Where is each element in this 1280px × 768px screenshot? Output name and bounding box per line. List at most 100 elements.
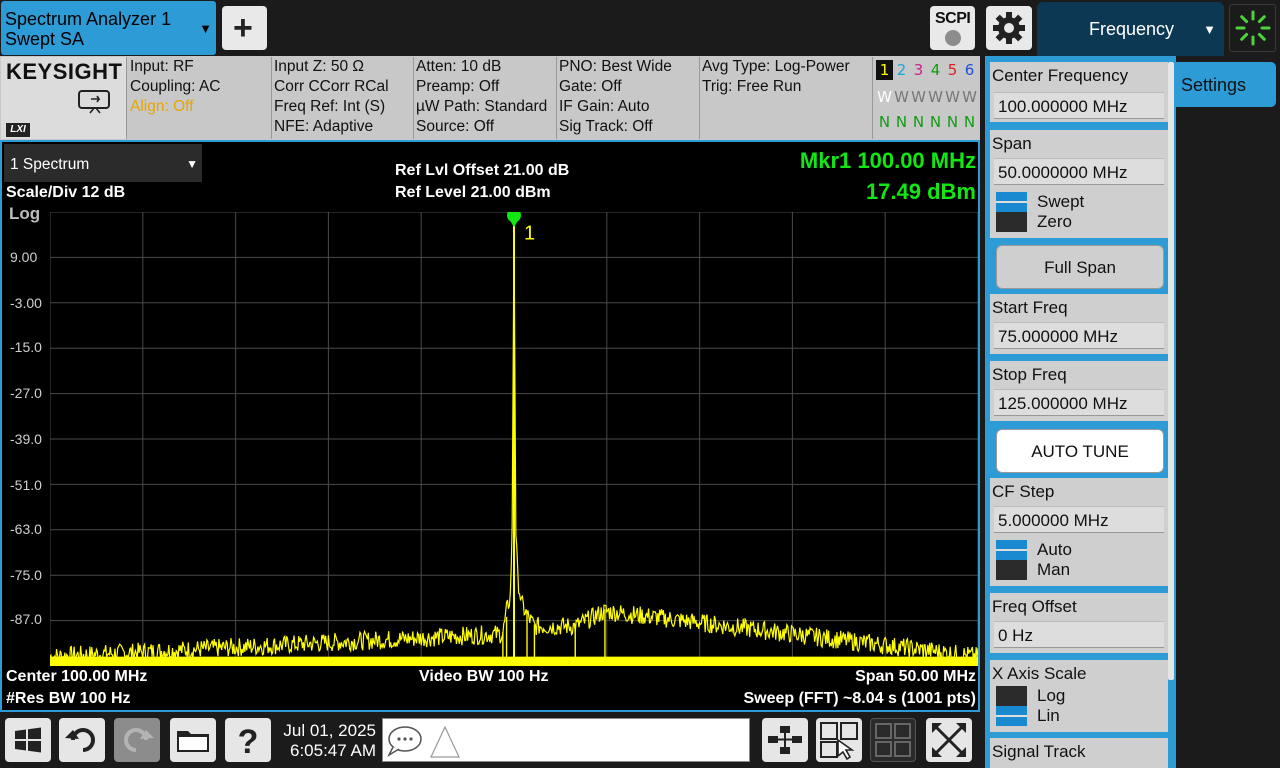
info-coupling: Coupling: AC: [130, 78, 221, 95]
trace-indicator[interactable]: 123456 WWWWWW NNNNNN: [873, 57, 980, 139]
undo-button[interactable]: [59, 718, 105, 762]
time: 6:05:47 AM: [289, 741, 376, 760]
scale-per-div[interactable]: Scale/Div 12 dB: [6, 184, 125, 202]
auto-tune-button[interactable]: AUTO TUNE: [996, 429, 1164, 473]
trace-type: W: [877, 88, 892, 106]
x-axis-scale-softkey[interactable]: X Axis Scale Log Lin: [990, 660, 1168, 732]
lxi-logo: LXI: [6, 123, 30, 137]
settings-button[interactable]: [986, 6, 1032, 50]
info-align: Align: Off: [130, 98, 194, 115]
auto-toggle-icon[interactable]: [996, 540, 1027, 560]
touch-zoom-button[interactable]: [816, 718, 862, 762]
lin-option[interactable]: Lin: [1037, 706, 1060, 726]
windows-button[interactable]: [5, 718, 51, 762]
help-button[interactable]: ?: [225, 718, 271, 762]
man-toggle-icon[interactable]: [996, 560, 1027, 580]
stop-freq-field[interactable]: 125.000000 MHz: [994, 389, 1164, 416]
settings-info-bar[interactable]: KEYSIGHT LXI Input: RF Coupling: AC Alig…: [0, 56, 980, 140]
marker-label: 1: [524, 222, 535, 244]
video-bw-readout[interactable]: Video BW 100 Hz: [419, 668, 549, 686]
center-frequency-field[interactable]: 100.000000 MHz: [994, 92, 1164, 119]
ref-level[interactable]: Ref Level 21.00 dBm: [395, 184, 551, 202]
window-layout-button[interactable]: [762, 718, 808, 762]
freq-offset-field[interactable]: 0 Hz: [994, 621, 1164, 648]
y-tick-label: -39.0: [10, 431, 42, 447]
span-field[interactable]: 50.0000000 MHz: [994, 158, 1164, 185]
window-selector[interactable]: 1 Spectrum ▼: [4, 144, 202, 182]
y-tick-label: -3.00: [10, 295, 42, 311]
maximize-button[interactable]: [926, 718, 972, 762]
info-column-impedance: Input Z: 50 Ω Corr CCorr RCal Freq Ref: …: [272, 57, 414, 139]
auto-option[interactable]: Auto: [1037, 540, 1072, 560]
softkey-scrollbar[interactable]: [1168, 62, 1174, 680]
cf-step-softkey[interactable]: CF Step 5.000000 MHz Auto Man: [990, 478, 1168, 586]
info-sig-track: Sig Track: Off: [559, 118, 653, 135]
freq-offset-softkey[interactable]: Freq Offset 0 Hz: [990, 593, 1168, 653]
info-column-avg: Avg Type: Log-Power Trig: Free Run: [700, 57, 873, 139]
scale-type: Log: [9, 204, 41, 223]
scpi-button[interactable]: SCPI: [930, 6, 975, 50]
softkey-value: 125.000000 MHz: [998, 394, 1128, 413]
cf-step-field[interactable]: 5.000000 MHz: [994, 506, 1164, 533]
info-pno: PNO: Best Wide: [559, 58, 672, 75]
sweep-readout[interactable]: Sweep (FFT) ~8.04 s (1001 pts): [743, 690, 976, 708]
stop-freq-softkey[interactable]: Stop Freq 125.000000 MHz: [990, 361, 1168, 421]
date: Jul 01, 2025: [283, 721, 376, 740]
chevron-down-icon: ▼: [186, 157, 198, 171]
trace-number: 5: [947, 61, 958, 79]
start-freq-softkey[interactable]: Start Freq 75.000000 MHz: [990, 294, 1168, 354]
softkey-panel: Settings Center Frequency 100.000000 MHz…: [982, 56, 1280, 768]
maximize-icon: [932, 723, 966, 757]
multi-window-button[interactable]: [870, 718, 916, 762]
trace-number: 4: [930, 61, 941, 79]
center-frequency-softkey[interactable]: Center Frequency 100.000000 MHz: [990, 62, 1168, 122]
span-softkey[interactable]: Span 50.0000000 MHz Swept Zero: [990, 130, 1168, 238]
softkey-value: 100.000000 MHz: [998, 97, 1128, 116]
y-tick-label: -63.0: [10, 521, 42, 537]
ref-level-offset[interactable]: Ref Lvl Offset 21.00 dB: [395, 162, 569, 180]
info-trigger: Trig: Free Run: [702, 78, 802, 95]
chevron-down-icon: ▼: [199, 21, 212, 36]
message-area[interactable]: [382, 718, 750, 762]
softkey-value: 75.000000 MHz: [998, 327, 1119, 346]
softkey-value: 0 Hz: [998, 626, 1033, 645]
folder-icon: [177, 731, 209, 752]
softkey-title: X Axis Scale: [992, 664, 1087, 683]
top-bar: Spectrum Analyzer 1 Swept SA ▼ + SCPI Fr…: [0, 0, 1280, 56]
remote-display-icon[interactable]: [77, 89, 113, 115]
menu-selector[interactable]: Frequency ▼: [1037, 2, 1224, 56]
info-input-z: Input Z: 50 Ω: [274, 58, 364, 75]
swept-option[interactable]: Swept: [1037, 192, 1084, 212]
file-button[interactable]: [170, 718, 216, 762]
mode-selector[interactable]: Spectrum Analyzer 1 Swept SA ▼: [1, 1, 216, 55]
info-source: Source: Off: [416, 118, 495, 135]
redo-button[interactable]: [114, 718, 160, 762]
tab-settings[interactable]: Settings: [1176, 62, 1276, 107]
spectrum-window[interactable]: 1 Spectrum ▼ Scale/Div 12 dB Log Ref Lvl…: [0, 140, 980, 712]
span-readout[interactable]: Span 50.00 MHz: [855, 668, 976, 686]
softkey-title: Start Freq: [992, 298, 1068, 317]
signal-track-softkey[interactable]: Signal Track: [990, 738, 1168, 768]
res-bw-readout[interactable]: #Res BW 100 Hz: [6, 690, 131, 708]
trace-detector: N: [878, 113, 891, 131]
chevron-down-icon: ▼: [1203, 22, 1216, 37]
taskbar: ? Jul 01, 2025 6:05:47 AM: [0, 712, 982, 768]
log-toggle-icon[interactable]: [996, 686, 1027, 706]
spectrum-plot[interactable]: 1: [50, 212, 978, 666]
brand-logo: KEYSIGHT: [6, 59, 123, 84]
full-span-button[interactable]: Full Span: [996, 245, 1164, 289]
add-screen-button[interactable]: +: [222, 6, 267, 50]
start-freq-field[interactable]: 75.000000 MHz: [994, 322, 1164, 349]
zero-option[interactable]: Zero: [1037, 212, 1072, 232]
info-freq-ref: Freq Ref: Int (S): [274, 98, 386, 115]
multi-window-icon: [875, 723, 911, 757]
log-option[interactable]: Log: [1037, 686, 1065, 706]
lin-toggle-icon[interactable]: [996, 706, 1027, 726]
center-frequency-readout[interactable]: Center 100.00 MHz: [6, 668, 147, 686]
man-option[interactable]: Man: [1037, 560, 1070, 580]
sweep-spinner-icon: [1235, 10, 1271, 46]
swept-toggle-icon[interactable]: [996, 192, 1027, 212]
zero-toggle-icon[interactable]: [996, 212, 1027, 232]
info-column-atten: Atten: 10 dB Preamp: Off µW Path: Standa…: [414, 57, 557, 139]
plus-icon: +: [233, 9, 253, 47]
